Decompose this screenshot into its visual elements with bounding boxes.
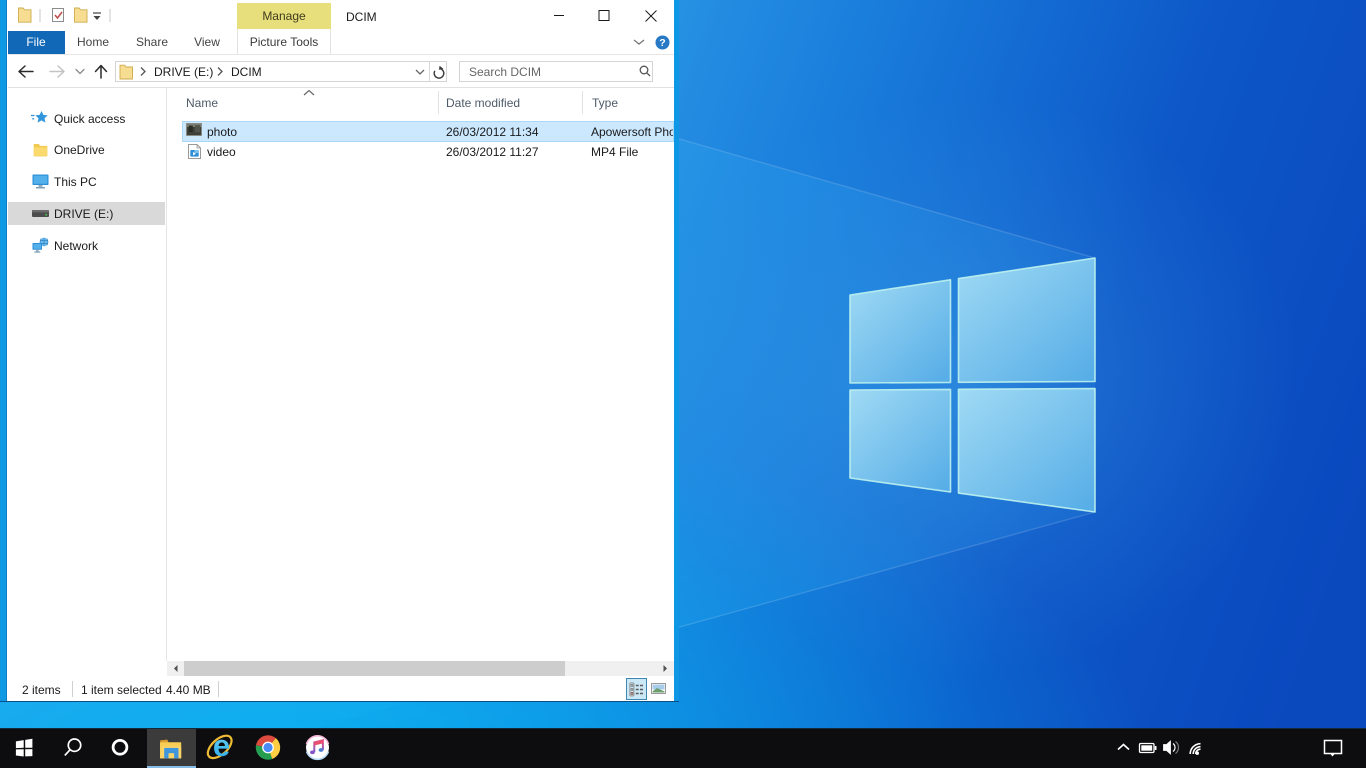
svg-text:e: e	[213, 728, 230, 763]
svg-text:?: ?	[659, 37, 665, 49]
